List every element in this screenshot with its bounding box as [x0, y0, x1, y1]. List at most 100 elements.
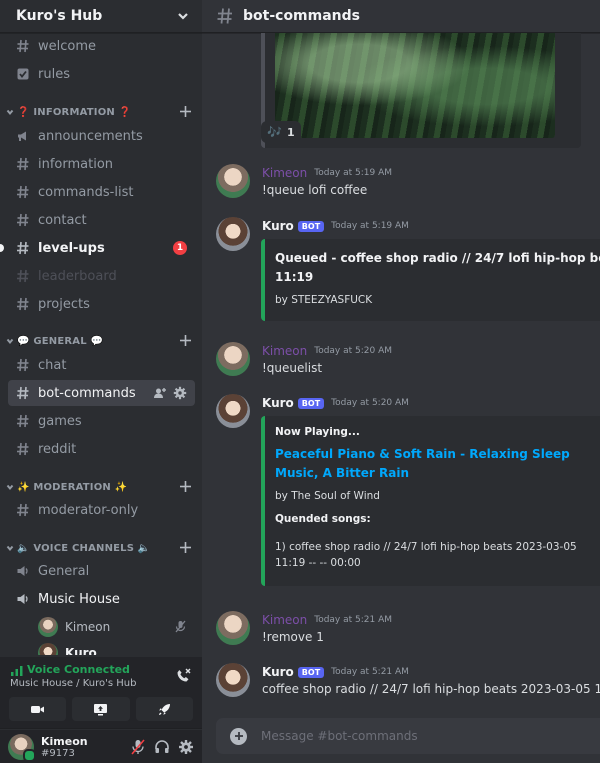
- plus-icon: [234, 732, 243, 740]
- channel-welcome[interactable]: welcome: [8, 33, 195, 59]
- message-text: !queue lofi coffee: [262, 183, 368, 197]
- voice-channel-music-house[interactable]: Music House: [8, 586, 195, 612]
- channel-leaderboard[interactable]: leaderboard: [8, 263, 195, 289]
- message-header: Kimeon Today at 5:20 AM: [262, 344, 392, 358]
- avatar[interactable]: [216, 217, 250, 251]
- caret-down-icon: [6, 109, 14, 116]
- now-playing-label: Now Playing...: [275, 426, 360, 438]
- channel-contact[interactable]: contact: [8, 207, 195, 233]
- channel-label: welcome: [38, 38, 97, 54]
- message-text: coffee shop radio // 24/7 lofi hip-hop b…: [262, 682, 600, 696]
- message-header: Kimeon Today at 5:19 AM: [262, 166, 392, 180]
- message-input[interactable]: [261, 729, 561, 743]
- chevron-down-icon: [178, 13, 188, 20]
- channel-label: projects: [38, 296, 90, 312]
- author-name[interactable]: Kimeon: [262, 166, 307, 180]
- muted-mic-icon[interactable]: [130, 738, 146, 755]
- hash-icon: [217, 8, 232, 24]
- avatar[interactable]: [216, 663, 250, 697]
- hash-icon: [17, 358, 29, 372]
- queued-embed: Queued - coffee shop radio // 24/7 lofi …: [261, 239, 600, 321]
- message-header: Kuro BOT Today at 5:20 AM: [262, 396, 409, 410]
- avatar[interactable]: [216, 394, 250, 428]
- channel-information[interactable]: information: [8, 151, 195, 177]
- category-general[interactable]: 💬 GENERAL 💬: [6, 333, 192, 349]
- category-information[interactable]: ❓ INFORMATION ❓: [6, 104, 192, 120]
- channel-announcements[interactable]: announcements: [8, 123, 195, 149]
- screen-share-button[interactable]: [72, 697, 130, 721]
- channel-bot-commands[interactable]: bot-commands: [8, 380, 195, 406]
- add-channel-icon[interactable]: [179, 334, 192, 347]
- author-name[interactable]: Kuro: [262, 396, 294, 410]
- channel-rules[interactable]: rules: [8, 61, 195, 87]
- embed-author: by STEEZYASFUCK: [275, 294, 373, 306]
- speaker-icon: [17, 566, 28, 576]
- author-name[interactable]: Kuro: [262, 665, 294, 679]
- user-name: Kimeon: [41, 734, 88, 748]
- hash-icon: [17, 213, 29, 227]
- channel-level-ups[interactable]: level-ups 1: [0, 235, 195, 261]
- voice-status-text: Voice Connected: [27, 663, 130, 676]
- avatar[interactable]: [216, 611, 250, 645]
- server-header[interactable]: Kuro's Hub: [0, 0, 202, 33]
- disconnect-icon[interactable]: [175, 667, 192, 684]
- activity-button[interactable]: [135, 697, 193, 721]
- caret-down-icon: [6, 484, 14, 491]
- voice-location[interactable]: Music House / Kuro's Hub: [10, 678, 192, 689]
- voice-user-name: Kimeon: [65, 620, 111, 634]
- channel-moderator-only[interactable]: moderator-only: [8, 497, 195, 523]
- user-actions: [130, 738, 194, 755]
- author-name[interactable]: Kimeon: [262, 344, 307, 358]
- channel-chat[interactable]: chat: [8, 352, 195, 378]
- add-channel-icon[interactable]: [179, 480, 192, 493]
- server-name: Kuro's Hub: [16, 8, 103, 24]
- reaction-button[interactable]: 🎶 1: [261, 121, 301, 143]
- track-link[interactable]: Peaceful Piano & Soft Rain - Relaxing Sl…: [275, 445, 590, 483]
- user-tag: #9173: [41, 747, 75, 759]
- signal-strength-icon: [11, 665, 23, 676]
- channel-list: welcome rules ❓ INFORMATION ❓ announceme…: [0, 33, 202, 655]
- queuelist-embed: Now Playing... Peaceful Piano & Soft Rai…: [261, 416, 600, 586]
- voice-action-buttons: [9, 697, 193, 721]
- gear-icon[interactable]: [173, 386, 187, 400]
- avatar[interactable]: [8, 733, 36, 762]
- channel-label: commands-list: [38, 184, 134, 200]
- image-embed[interactable]: [261, 33, 581, 148]
- add-channel-icon[interactable]: [179, 105, 192, 118]
- category-label: 🔈 VOICE CHANNELS 🔈: [17, 542, 151, 554]
- channel-reddit[interactable]: reddit: [8, 436, 195, 462]
- queued-item: 1) coffee shop radio // 24/7 lofi hip-ho…: [275, 541, 577, 569]
- channel-games[interactable]: games: [8, 408, 195, 434]
- unread-indicator: [0, 244, 4, 252]
- author-name[interactable]: Kimeon: [262, 613, 307, 627]
- camera-button[interactable]: [9, 697, 67, 721]
- headphones-icon[interactable]: [154, 739, 170, 755]
- user-info[interactable]: Kimeon #9173: [41, 735, 88, 759]
- avatar[interactable]: [216, 342, 250, 376]
- channel-label: rules: [38, 66, 70, 82]
- category-moderation[interactable]: ✨ MODERATION ✨: [6, 479, 192, 495]
- invite-icon[interactable]: [153, 386, 167, 400]
- hash-icon: [17, 503, 29, 517]
- add-channel-icon[interactable]: [179, 541, 192, 554]
- category-voice-channels[interactable]: 🔈 VOICE CHANNELS 🔈: [6, 540, 192, 556]
- embed-title-cont: 11:19: [275, 270, 314, 284]
- embed-author: by The Soul of Wind: [275, 490, 380, 502]
- channel-projects[interactable]: projects: [8, 291, 195, 317]
- bot-badge: BOT: [297, 220, 325, 232]
- attach-button[interactable]: [230, 727, 247, 745]
- voice-status[interactable]: Voice Connected: [10, 663, 192, 676]
- message-list: 🎶 1 Kimeon Today at 5:19 AM !queue lofi …: [202, 33, 600, 713]
- forest-image[interactable]: [275, 33, 555, 138]
- camera-icon: [31, 705, 45, 713]
- avatar[interactable]: [216, 164, 250, 198]
- caret-down-icon: [6, 338, 14, 345]
- channel-label: contact: [38, 212, 87, 228]
- author-name[interactable]: Kuro: [262, 219, 294, 233]
- voice-channel-general[interactable]: General: [8, 558, 195, 584]
- voice-user-kimeon[interactable]: Kimeon: [38, 615, 193, 639]
- category-label: ✨ MODERATION ✨: [17, 481, 128, 493]
- voice-user-kuro[interactable]: Kuro: [38, 641, 193, 655]
- channel-commands-list[interactable]: commands-list: [8, 179, 195, 205]
- gear-icon[interactable]: [178, 739, 194, 755]
